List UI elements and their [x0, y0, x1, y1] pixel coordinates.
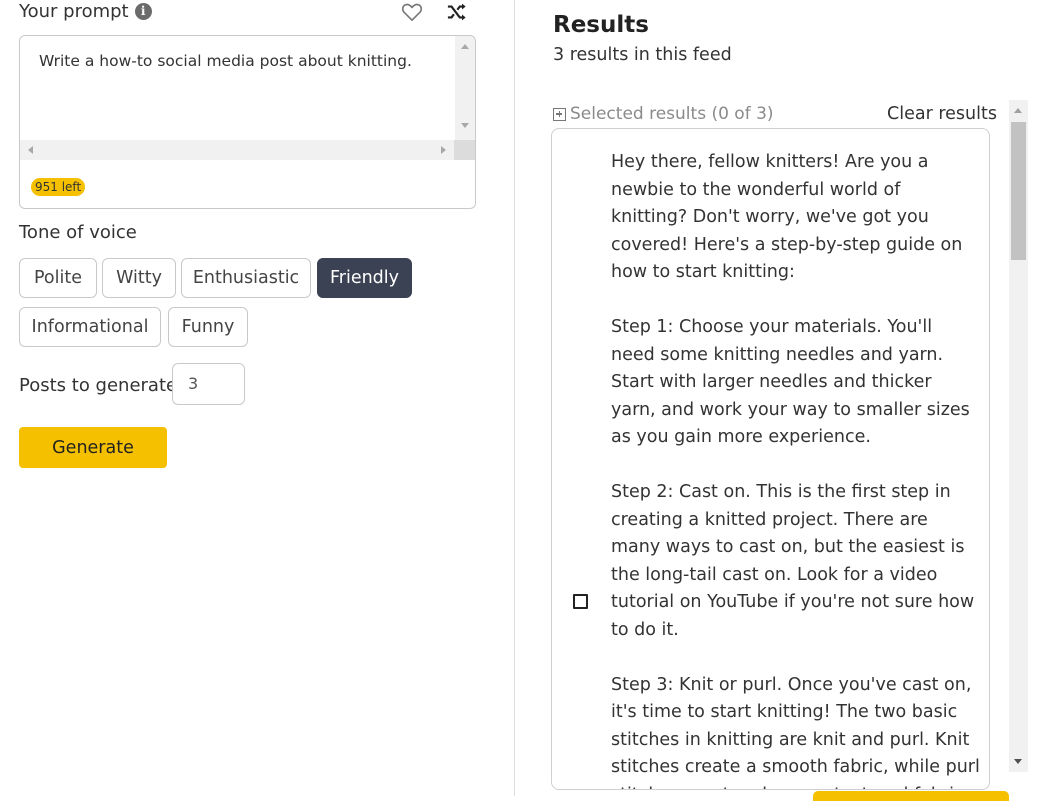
results-count: 3 results in this feed	[553, 45, 732, 65]
results-scrollbar[interactable]	[1009, 100, 1028, 772]
heart-icon[interactable]	[401, 2, 423, 22]
prompt-vertical-scrollbar[interactable]	[455, 36, 475, 140]
posts-to-generate-label: Posts to generate	[19, 375, 178, 396]
results-title: Results	[553, 12, 649, 38]
pane-divider	[514, 0, 515, 796]
clear-results-link[interactable]: Clear results	[887, 104, 997, 124]
posts-to-generate-input[interactable]: 3	[172, 363, 245, 405]
tone-chip-funny[interactable]: Funny	[168, 307, 248, 347]
prompt-text[interactable]: Write a how-to social media post about k…	[39, 52, 412, 70]
plus-box-icon[interactable]	[553, 107, 566, 121]
tone-chip-witty[interactable]: Witty	[102, 258, 176, 298]
scrollbar-corner	[454, 140, 475, 160]
result-select-checkbox[interactable]	[573, 594, 588, 609]
tone-chip-informational[interactable]: Informational	[19, 307, 161, 347]
prompt-textarea[interactable]: Write a how-to social media post about k…	[19, 35, 476, 209]
info-icon[interactable]: i	[134, 2, 152, 20]
bottom-action-button[interactable]	[813, 791, 1009, 801]
tone-chip-polite[interactable]: Polite	[19, 258, 97, 298]
characters-left-badge: 951 left	[31, 178, 86, 196]
result-card: Hey there, fellow knitters! Are you a ne…	[551, 128, 990, 790]
prompt-label-text: Your prompt	[19, 0, 129, 22]
scroll-down-arrow-icon[interactable]	[1014, 759, 1022, 764]
scroll-right-arrow-icon[interactable]	[441, 146, 446, 154]
shuffle-icon[interactable]	[446, 2, 468, 22]
scroll-up-arrow-icon[interactable]	[1014, 108, 1022, 113]
scroll-down-arrow-icon[interactable]	[461, 123, 469, 128]
selected-results-label[interactable]: Selected results (0 of 3)	[570, 104, 774, 124]
scroll-left-arrow-icon[interactable]	[28, 146, 33, 154]
prompt-horizontal-scrollbar[interactable]	[20, 140, 454, 160]
prompt-label: Your prompt i	[19, 0, 152, 22]
generate-button[interactable]: Generate	[19, 427, 167, 468]
scroll-up-arrow-icon[interactable]	[461, 44, 469, 49]
tone-chip-enthusiastic[interactable]: Enthusiastic	[181, 258, 311, 298]
result-text: Hey there, fellow knitters! Are you a ne…	[611, 152, 980, 789]
tone-chip-friendly[interactable]: Friendly	[317, 258, 412, 298]
selected-results-toggle[interactable]: Selected results (0 of 3)	[553, 104, 774, 124]
tone-label: Tone of voice	[19, 222, 137, 243]
scrollbar-thumb[interactable]	[1011, 122, 1026, 260]
